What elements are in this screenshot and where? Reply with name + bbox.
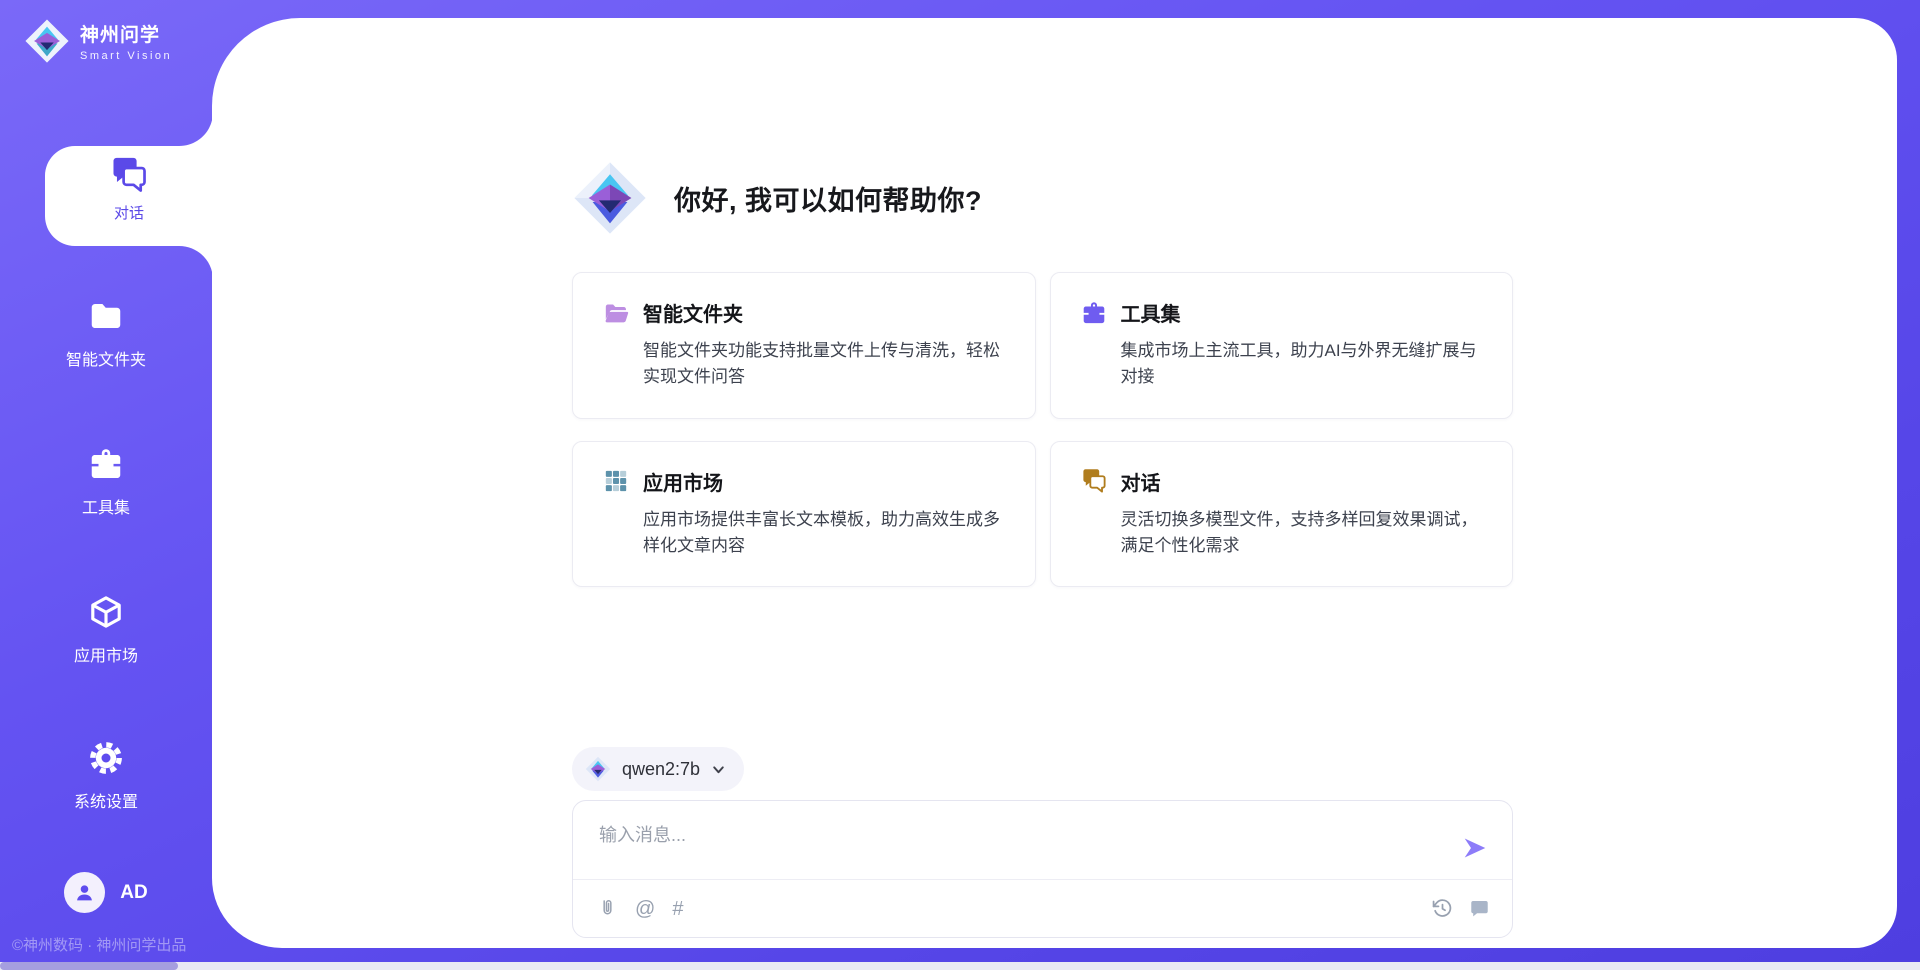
card-title: 对话 [1121, 467, 1161, 496]
sidebar-item-toolset[interactable]: 工具集 [0, 446, 212, 518]
cube-icon [88, 594, 124, 630]
sidebar-item-label: 智能文件夹 [66, 346, 146, 370]
sidebar-item-label: 系统设置 [74, 788, 138, 812]
sidebar-item-chat[interactable]: 对话 [45, 146, 213, 242]
greeting-logo-icon [572, 160, 648, 236]
copyright-text: ©神州数码 · 神州问学出品 [12, 934, 186, 955]
card-head: 应用市场 [603, 467, 1005, 496]
composer-input-area[interactable]: 输入消息... [573, 801, 1512, 879]
toolbar-right-group [1432, 898, 1490, 919]
card-description: 应用市场提供丰富长文本模板，助力高效生成多样化文章内容 [643, 507, 1005, 560]
feature-cards: 智能文件夹 智能文件夹功能支持批量文件上传与清洗，轻松实现文件问答 工具集 集成… [572, 272, 1513, 587]
horizontal-scrollbar[interactable] [0, 962, 1920, 970]
brand-tagline: Smart Vision [80, 50, 172, 62]
brand: 神州问学 Smart Vision [24, 18, 172, 64]
message-input-placeholder: 输入消息... [599, 821, 686, 879]
at-icon[interactable]: @ [635, 899, 655, 919]
card-title: 应用市场 [643, 467, 723, 496]
card-toolset[interactable]: 工具集 集成市场上主流工具，助力AI与外界无缝扩展与对接 [1050, 272, 1514, 419]
model-name: qwen2:7b [622, 759, 700, 780]
hash-icon[interactable]: # [672, 899, 683, 919]
card-head: 工具集 [1081, 298, 1483, 327]
card-head: 智能文件夹 [603, 298, 1005, 327]
comment-icon[interactable] [1469, 898, 1490, 919]
card-description: 灵活切换多模型文件，支持多样回复效果调试，满足个性化需求 [1121, 507, 1483, 560]
user-initials: AD [120, 882, 147, 904]
card-chat[interactable]: 对话 灵活切换多模型文件，支持多样回复效果调试，满足个性化需求 [1050, 441, 1514, 588]
card-app-market[interactable]: 应用市场 应用市场提供丰富长文本模板，助力高效生成多样化文章内容 [572, 441, 1036, 588]
sidebar-item-label: 应用市场 [74, 642, 138, 666]
gear-icon [88, 740, 124, 776]
card-title: 工具集 [1121, 298, 1181, 327]
toolbox-icon [88, 446, 124, 482]
folder-open-icon [603, 300, 629, 326]
model-logo-icon [585, 756, 611, 782]
composer-toolbar: @ # [573, 880, 1512, 937]
person-icon [72, 880, 97, 905]
main-content: 你好, 我可以如何帮助你? 智能文件夹 智能文件夹功能支持批量文件上传与清洗，轻… [572, 18, 1513, 938]
chevron-down-icon [711, 762, 726, 777]
user-profile[interactable]: AD [0, 872, 212, 913]
card-head: 对话 [1081, 467, 1483, 496]
greeting-row: 你好, 我可以如何帮助你? [572, 160, 1513, 236]
sidebar-item-settings[interactable]: 系统设置 [0, 740, 212, 812]
brand-logo-icon [24, 18, 70, 64]
toolbox-icon [1081, 300, 1107, 326]
folder-icon [88, 298, 124, 334]
card-description: 集成市场上主流工具，助力AI与外界无缝扩展与对接 [1121, 338, 1483, 391]
main-panel: 你好, 我可以如何帮助你? 智能文件夹 智能文件夹功能支持批量文件上传与清洗，轻… [212, 18, 1897, 948]
brand-text: 神州问学 Smart Vision [80, 20, 172, 62]
sidebar-item-label: 工具集 [82, 494, 130, 518]
sidebar-item-app-market[interactable]: 应用市场 [0, 594, 212, 666]
avatar [64, 872, 105, 913]
sidebar-item-smart-folder[interactable]: 智能文件夹 [0, 298, 212, 370]
chat-icon [110, 156, 148, 194]
paperclip-icon[interactable] [597, 898, 618, 919]
history-icon[interactable] [1432, 898, 1453, 919]
message-composer[interactable]: 输入消息... @ # [572, 800, 1513, 938]
brand-name: 神州问学 [80, 20, 172, 47]
send-icon[interactable] [1462, 835, 1488, 861]
model-selector[interactable]: qwen2:7b [572, 747, 744, 791]
sidebar-item-label: 对话 [114, 202, 144, 223]
card-smart-folder[interactable]: 智能文件夹 智能文件夹功能支持批量文件上传与清洗，轻松实现文件问答 [572, 272, 1036, 419]
card-description: 智能文件夹功能支持批量文件上传与清洗，轻松实现文件问答 [643, 338, 1005, 391]
chat-icon [1081, 468, 1107, 494]
scrollbar-thumb[interactable] [0, 962, 178, 970]
grid-icon [603, 468, 629, 494]
greeting-text: 你好, 我可以如何帮助你? [674, 179, 982, 218]
card-title: 智能文件夹 [643, 298, 743, 327]
